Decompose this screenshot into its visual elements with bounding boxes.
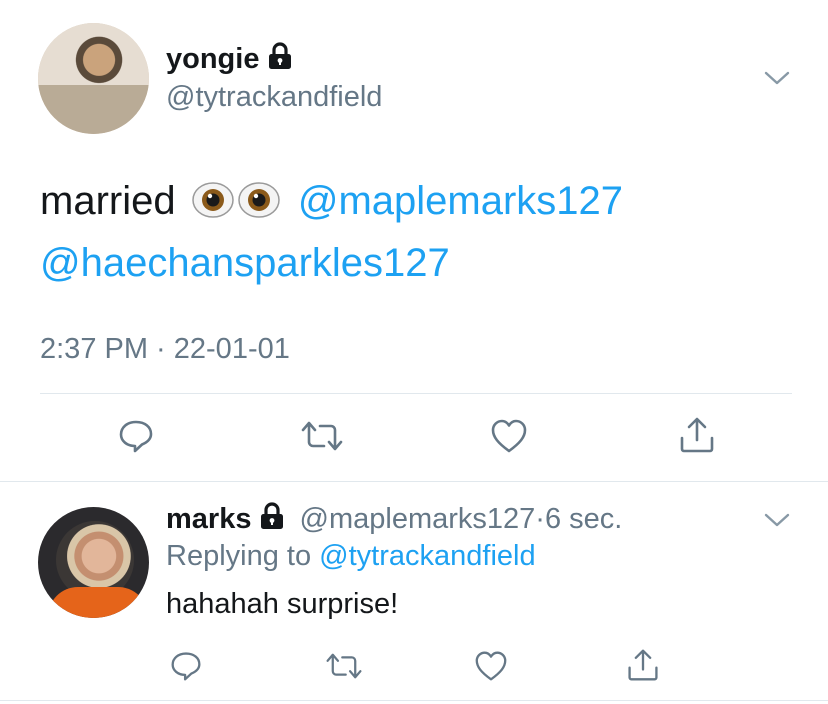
author-name[interactable]: yongie — [166, 42, 293, 76]
tweet-text: married @maplemarks127 @haechansparkles1… — [40, 170, 800, 294]
avatar[interactable] — [38, 23, 149, 134]
lock-icon — [261, 502, 284, 529]
separator-dot: · — [535, 503, 545, 535]
mention-link[interactable]: @maplemarks127 — [298, 179, 623, 223]
reply-header: marks @maplemarks127·6 sec. — [166, 502, 622, 536]
like-icon[interactable] — [490, 418, 528, 454]
retweet-icon[interactable] — [300, 420, 344, 452]
mention-link[interactable]: @haechansparkles127 — [40, 241, 450, 285]
comment-icon[interactable] — [170, 650, 202, 682]
reply-text: hahahah surprise! — [166, 588, 399, 620]
share-icon[interactable] — [678, 416, 716, 454]
chevron-down-icon[interactable] — [764, 70, 790, 86]
reply-avatar[interactable] — [38, 507, 149, 618]
divider — [0, 700, 828, 701]
replying-to-line: Replying to @tytrackandfield — [166, 540, 536, 573]
reply-age[interactable]: 6 sec. — [545, 503, 622, 535]
divider — [40, 393, 792, 394]
tweet-thread: yongie @tytrackandfield married @maplema… — [0, 0, 828, 704]
replying-to-link[interactable]: @tytrackandfield — [319, 540, 535, 572]
replying-prefix: Replying to — [166, 540, 312, 572]
reply-author-handle[interactable]: @maplemarks127 — [300, 503, 536, 535]
eyes-emoji-icon — [191, 182, 280, 218]
tweet-word: married — [40, 179, 176, 223]
author-handle[interactable]: @tytrackandfield — [166, 81, 382, 114]
author-display-name: yongie — [166, 43, 260, 75]
divider — [0, 481, 828, 482]
chevron-down-icon[interactable] — [764, 512, 790, 528]
like-icon[interactable] — [474, 650, 508, 682]
reply-author-name[interactable]: marks — [166, 503, 251, 535]
tweet-timestamp[interactable]: 2:37 PM · 22-01-01 — [40, 333, 290, 366]
retweet-icon[interactable] — [325, 652, 363, 680]
lock-icon — [269, 42, 292, 69]
share-icon[interactable] — [626, 648, 660, 682]
comment-icon[interactable] — [118, 418, 154, 454]
